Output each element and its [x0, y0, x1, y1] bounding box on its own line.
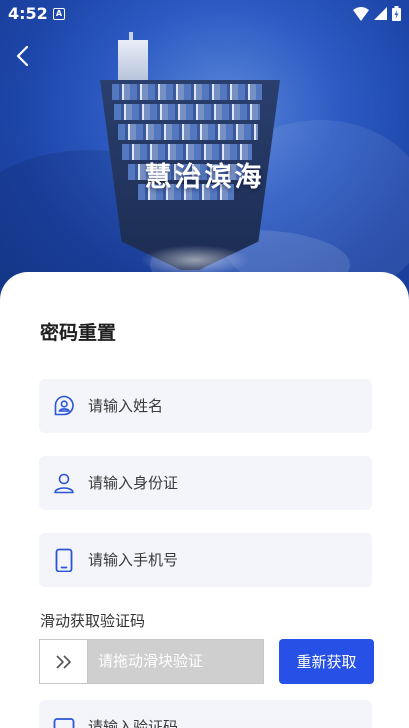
page-title: 密码重置 [40, 322, 117, 344]
phone-field[interactable] [39, 533, 372, 587]
slider-hint: 请拖动滑块验证 [98, 652, 204, 670]
id-field[interactable] [39, 456, 372, 510]
notification-a-icon: A [53, 8, 65, 20]
battery-icon [392, 6, 401, 21]
slide-verify-label: 滑动获取验证码 [40, 612, 146, 630]
slide-verify-track[interactable]: 请拖动滑块验证 [39, 639, 264, 684]
signal-icon [374, 7, 387, 20]
code-input[interactable] [88, 700, 358, 728]
message-icon [53, 718, 75, 728]
name-input[interactable] [88, 379, 358, 433]
id-input[interactable] [88, 456, 358, 510]
double-chevron-right-icon [55, 654, 71, 669]
code-field[interactable] [39, 700, 372, 728]
refresh-code-button[interactable]: 重新获取 [279, 639, 374, 684]
brand-title: 慧治滨海 [144, 162, 265, 193]
status-time: 4:52 [8, 4, 48, 23]
chevron-left-icon [16, 45, 29, 67]
name-field[interactable] [39, 379, 372, 433]
phone-input[interactable] [88, 533, 358, 587]
back-button[interactable] [8, 42, 36, 70]
slider-handle[interactable] [40, 640, 88, 683]
phone-icon [55, 548, 73, 572]
person-icon [54, 473, 74, 494]
status-bar: 4:52 A [0, 0, 409, 28]
user-badge-icon [54, 395, 74, 416]
wifi-icon [353, 6, 369, 21]
